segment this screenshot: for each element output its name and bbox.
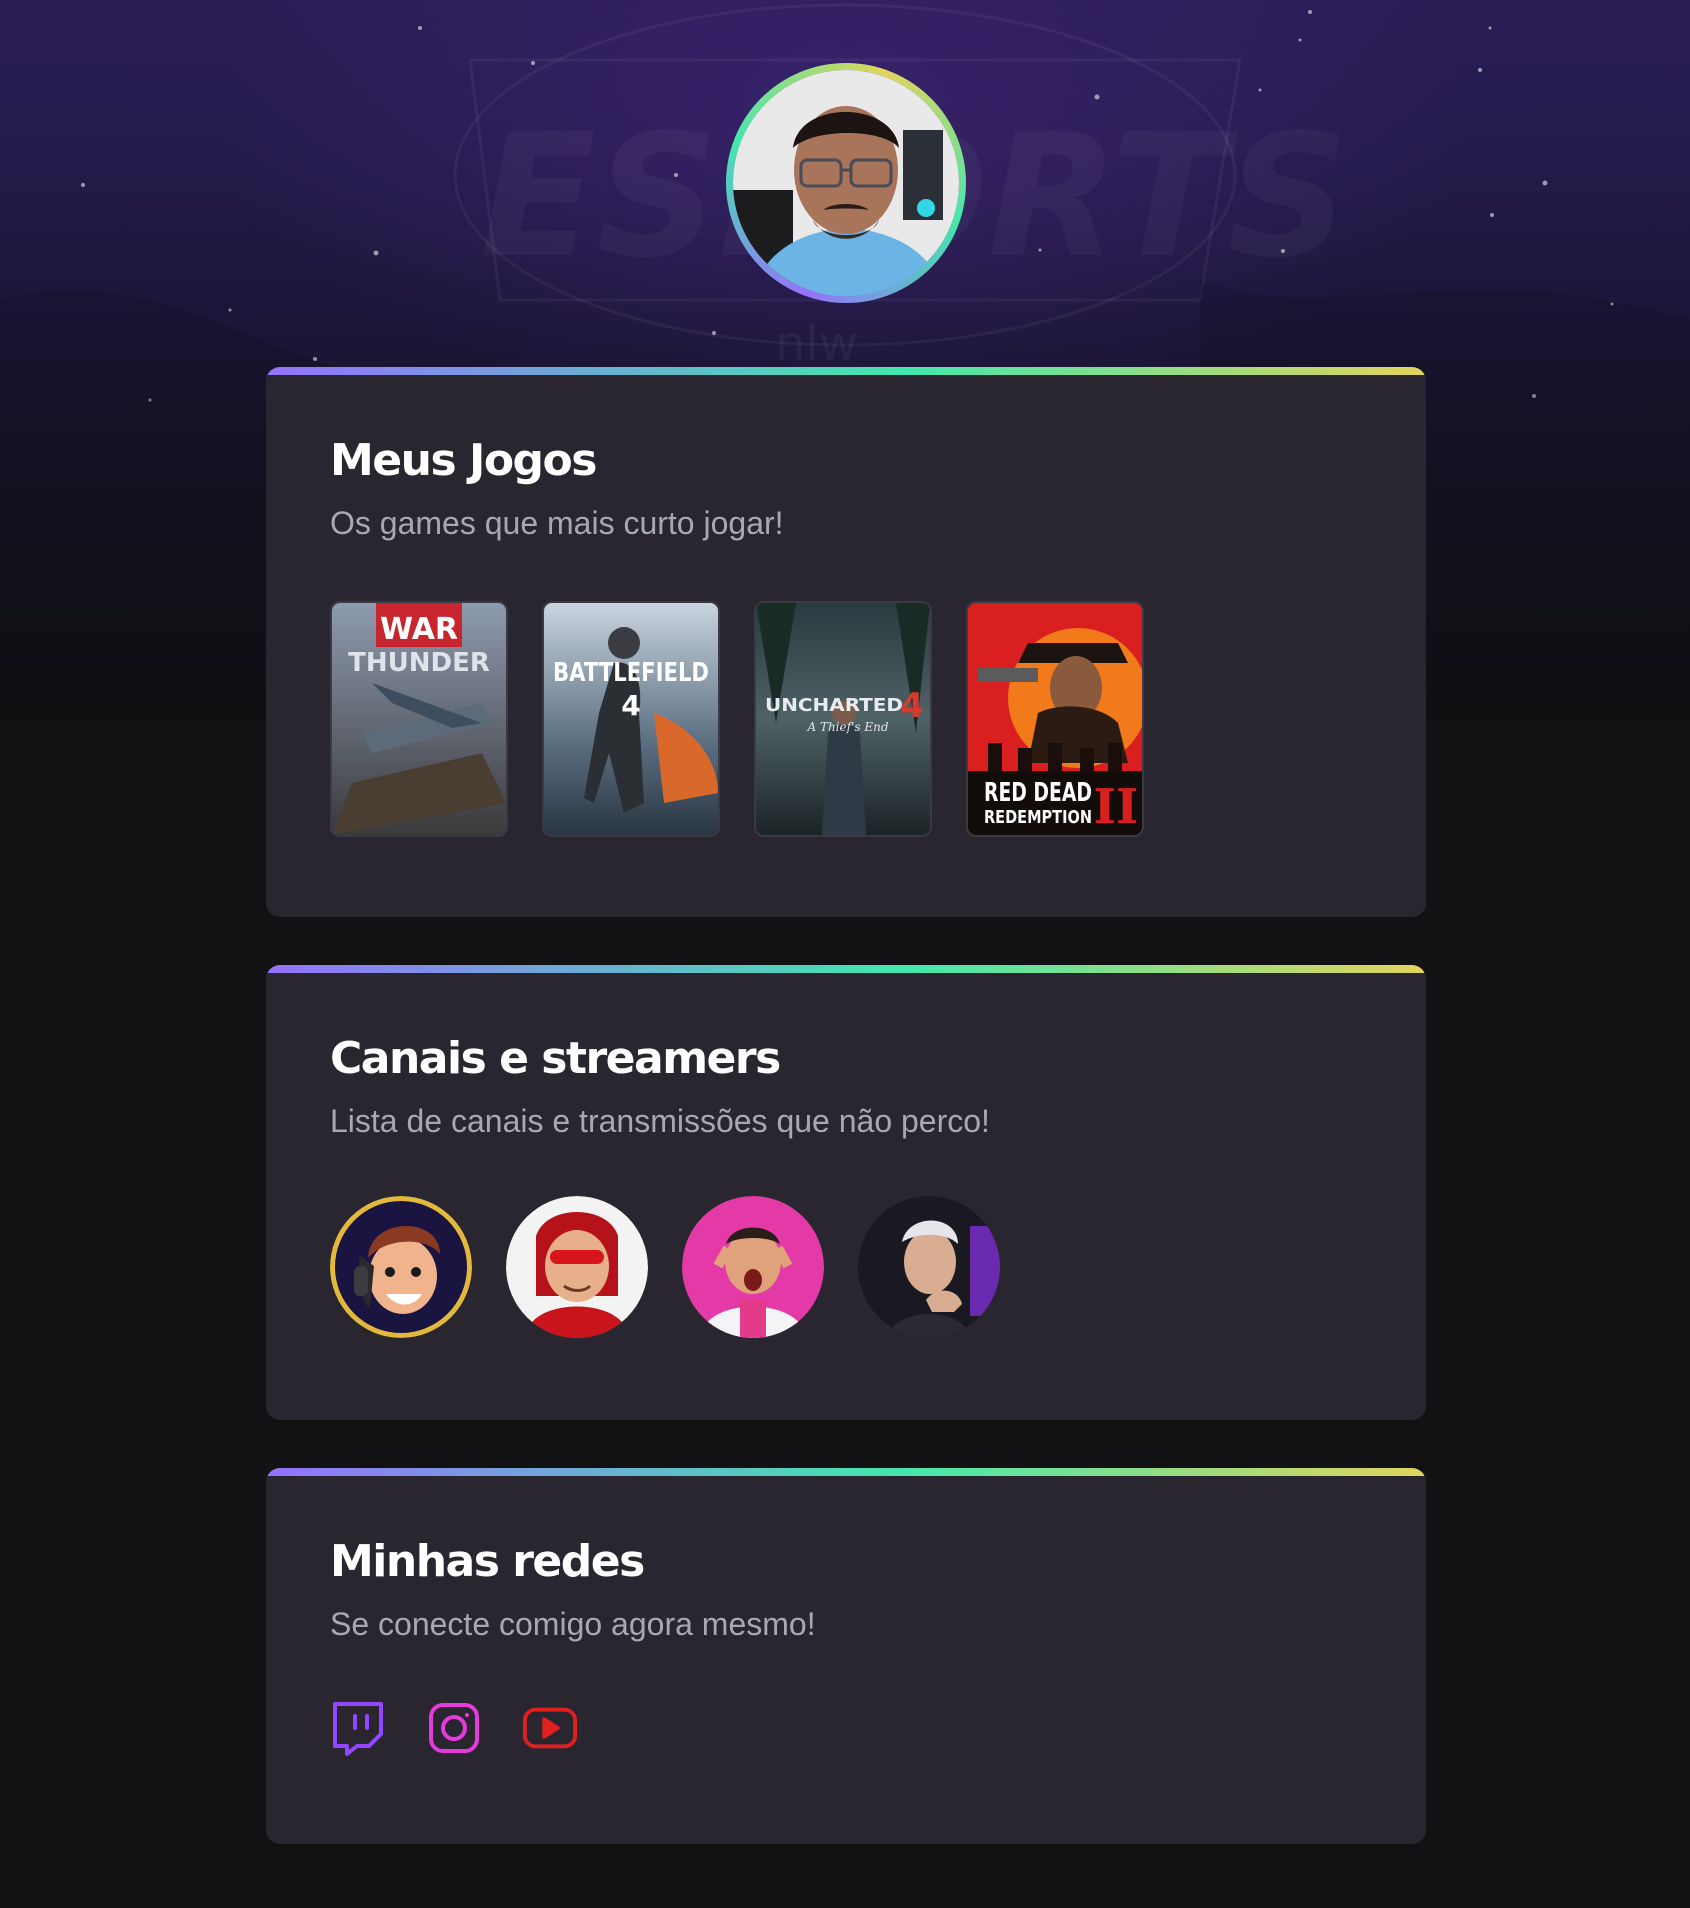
games-title: Meus Jogos xyxy=(330,435,597,486)
cover-line2: A Thief's End xyxy=(806,720,888,734)
game-battlefield-4[interactable]: BATTLEFIELD 4 xyxy=(542,601,720,837)
streamers-title: Canais e streamers xyxy=(330,1033,781,1084)
svg-text:nlw: nlw xyxy=(775,316,858,372)
streamers-card: Canais e streamers Lista de canais e tra… xyxy=(266,965,1426,1420)
cover-line1: WAR xyxy=(380,612,458,647)
streamer-avatar[interactable] xyxy=(330,1196,472,1338)
cover-line1: UNCHARTED xyxy=(765,695,903,716)
games-card: Meus Jogos Os games que mais curto jogar… xyxy=(266,367,1426,917)
socials-list xyxy=(330,1700,578,1756)
cover-line1: RED DEAD xyxy=(984,778,1092,808)
socials-subtitle: Se conecte comigo agora mesmo! xyxy=(330,1606,816,1642)
streamer-avatar[interactable] xyxy=(858,1196,1000,1338)
game-uncharted-4[interactable]: UNCHARTED 4 A Thief's End xyxy=(754,601,932,837)
cover-line1: BATTLEFIELD xyxy=(553,658,709,688)
profile-avatar xyxy=(726,63,966,303)
socials-card: Minhas redes Se conecte comigo agora mes… xyxy=(266,1468,1426,1844)
cover-line2: 4 xyxy=(621,689,640,722)
cover-number: 4 xyxy=(900,686,924,726)
game-war-thunder[interactable]: WAR THUNDER xyxy=(330,601,508,837)
cover-line2: THUNDER xyxy=(348,648,490,678)
cover-line2: REDEMPTION xyxy=(984,807,1092,828)
profile-photo xyxy=(733,70,959,296)
socials-title: Minhas redes xyxy=(330,1536,645,1587)
streamers-list xyxy=(330,1196,1000,1338)
games-list: WAR THUNDER BATTLEFIELD 4 UNCHARTED 4 A … xyxy=(330,601,1144,837)
twitch-icon[interactable] xyxy=(330,1700,386,1756)
streamers-subtitle: Lista de canais e transmissões que não p… xyxy=(330,1103,990,1139)
youtube-icon[interactable] xyxy=(522,1700,578,1756)
streamer-avatar[interactable] xyxy=(506,1196,648,1338)
cover-number: II xyxy=(1094,779,1139,835)
streamer-avatar[interactable] xyxy=(682,1196,824,1338)
instagram-icon[interactable] xyxy=(426,1700,482,1756)
game-red-dead-redemption-2[interactable]: RED DEAD REDEMPTION II xyxy=(966,601,1144,837)
games-subtitle: Os games que mais curto jogar! xyxy=(330,505,784,541)
